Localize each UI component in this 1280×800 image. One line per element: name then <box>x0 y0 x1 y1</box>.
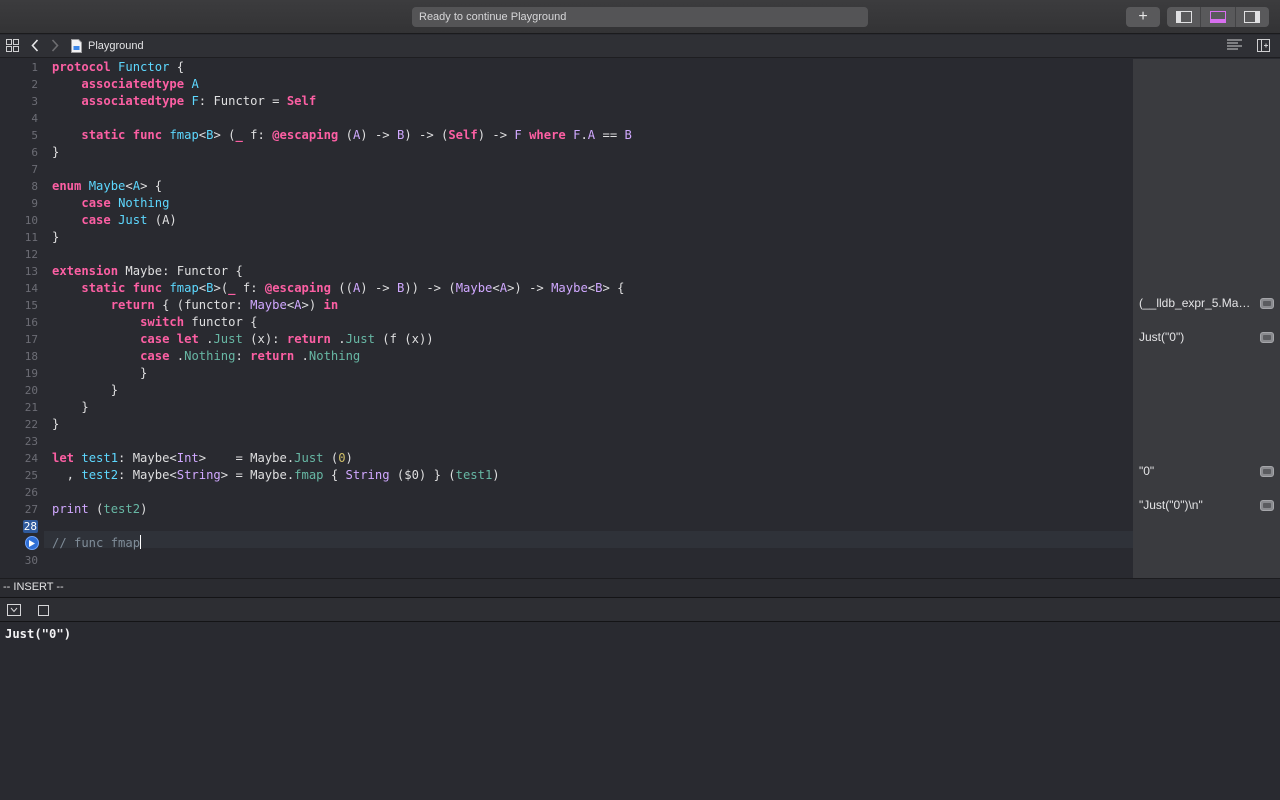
line-number[interactable]: 3 <box>4 93 38 110</box>
view-toggle-group <box>1167 7 1269 27</box>
line-number[interactable]: 27 <box>4 501 38 518</box>
code-line: return { (functor: Maybe<A>) in <box>110 298 339 312</box>
current-line-highlight <box>44 531 1133 548</box>
toggle-inspector-button[interactable] <box>1236 7 1269 27</box>
bottom-panel-icon <box>1209 11 1226 23</box>
window-toolbar: Ready to continue Playground + <box>0 0 1280 34</box>
code-line: } <box>52 400 89 414</box>
result-line-27[interactable]: "Just("0")\n" <box>1139 497 1274 514</box>
code-line: extension Maybe: Functor { <box>52 264 243 278</box>
chevron-right-icon <box>51 39 59 52</box>
line-number[interactable]: 25 <box>4 467 38 484</box>
editor-options-button[interactable] <box>1227 39 1242 51</box>
line-number[interactable]: 19 <box>4 365 38 382</box>
code-line: static func fmap<B> (_ f: @escaping (A) … <box>81 128 632 142</box>
toggle-debug-area-button[interactable] <box>1201 7 1236 27</box>
code-line: switch functor { <box>140 315 258 329</box>
line-number[interactable]: 1 <box>4 59 38 76</box>
code-line: } <box>52 145 60 159</box>
result-line-25[interactable]: "0" <box>1139 463 1274 480</box>
code-line: associatedtype A <box>81 77 199 91</box>
line-number[interactable]: 23 <box>4 433 38 450</box>
forward-button[interactable] <box>51 39 59 52</box>
line-number[interactable]: 2 <box>4 76 38 93</box>
code-line: protocol Functor { <box>52 60 185 74</box>
code-line: enum Maybe<A> { <box>52 179 163 193</box>
toggle-navigator-button[interactable] <box>1167 7 1202 27</box>
code-line: static func fmap<B>(_ f: @escaping ((A) … <box>81 281 625 295</box>
code-line: case Nothing <box>81 196 170 210</box>
line-number[interactable]: 14 <box>4 280 38 297</box>
line-number[interactable]: 8 <box>4 178 38 195</box>
line-number[interactable]: 26 <box>4 484 38 501</box>
code-line: // func fmap <box>52 535 142 550</box>
chevron-left-icon <box>31 39 39 52</box>
line-number[interactable]: 13 <box>4 263 38 280</box>
code-line: let test1: Maybe<Int> = Maybe.Just (0) <box>52 451 353 465</box>
code-line: print (test2) <box>52 502 148 516</box>
code-line: case Just (A) <box>81 213 177 227</box>
line-number[interactable]: 12 <box>4 246 38 263</box>
line-number[interactable]: 11 <box>4 229 38 246</box>
line-number[interactable]: 28 <box>4 518 38 535</box>
split-editor-icon <box>1257 39 1270 52</box>
add-editor-button[interactable] <box>1257 39 1270 52</box>
vim-mode-indicator: -- INSERT -- <box>0 578 1280 596</box>
collapse-panel-icon <box>7 604 21 616</box>
plus-icon: + <box>1138 8 1148 25</box>
code-line: } <box>52 230 60 244</box>
code-line: case .Nothing: return .Nothing <box>140 349 361 363</box>
line-number[interactable]: 9 <box>4 195 38 212</box>
results-sidebar: (__lldb_expr_5.May... Just("0") "0" "Jus… <box>1133 59 1280 578</box>
result-line-17[interactable]: Just("0") <box>1139 329 1274 346</box>
back-button[interactable] <box>31 39 39 52</box>
line-number[interactable]: 22 <box>4 416 38 433</box>
debug-bar <box>0 597 1280 622</box>
related-items-button[interactable] <box>6 39 19 52</box>
jump-bar-file-name[interactable]: Playground <box>88 40 144 52</box>
code-line: } <box>52 417 60 431</box>
line-number-gutter: 1 2 3 4 5 6 7 8 9 10 11 12 13 14 15 16 17 18 19 20 21 22 23 24 2… <box>0 59 44 578</box>
line-number[interactable]: 10 <box>4 212 38 229</box>
line-number[interactable]: 20 <box>4 382 38 399</box>
add-library-button[interactable]: + <box>1126 7 1160 27</box>
code-line: } <box>52 383 119 397</box>
play-icon <box>29 539 35 547</box>
quick-look-icon[interactable] <box>1260 332 1274 343</box>
code-line: case let .Just (x): return .Just (f (x)) <box>140 332 434 346</box>
code-line: , test2: Maybe<String> = Maybe.fmap { St… <box>52 468 500 482</box>
jump-bar: Playground <box>0 35 1280 58</box>
quick-look-icon[interactable] <box>1260 500 1274 511</box>
line-number[interactable]: 15 <box>4 297 38 314</box>
line-number[interactable]: 6 <box>4 144 38 161</box>
line-number[interactable]: 21 <box>4 399 38 416</box>
left-panel-icon <box>1175 11 1192 23</box>
hide-debug-area-button[interactable] <box>7 604 21 616</box>
line-number[interactable]: 18 <box>4 348 38 365</box>
line-number[interactable]: 17 <box>4 331 38 348</box>
source-editor[interactable]: 1 2 3 4 5 6 7 8 9 10 11 12 13 14 15 16 17 18 19 20 21 22 23 24 2… <box>0 59 1133 578</box>
line-number[interactable]: 24 <box>4 450 38 467</box>
line-number[interactable]: 16 <box>4 314 38 331</box>
grid-icon <box>6 39 19 52</box>
playground-file-icon <box>71 39 82 53</box>
run-line-button[interactable] <box>25 536 39 550</box>
line-number[interactable]: 30 <box>4 552 38 569</box>
line-number[interactable]: 5 <box>4 127 38 144</box>
square-icon <box>37 604 49 616</box>
quick-look-icon[interactable] <box>1260 298 1274 309</box>
line-number[interactable]: 7 <box>4 161 38 178</box>
console-output: Just("0") <box>5 627 72 641</box>
right-panel-icon <box>1244 11 1261 23</box>
stop-button[interactable] <box>36 604 50 616</box>
line-number[interactable]: 4 <box>4 110 38 127</box>
code-line: associatedtype F: Functor = Self <box>81 94 317 108</box>
text-cursor <box>140 535 142 549</box>
quick-look-icon[interactable] <box>1260 466 1274 477</box>
console-area[interactable]: Just("0") <box>0 623 1280 800</box>
result-line-15[interactable]: (__lldb_expr_5.May... <box>1139 295 1274 312</box>
activity-status: Ready to continue Playground <box>412 7 868 27</box>
code-line: } <box>52 366 148 380</box>
lines-icon <box>1227 39 1242 50</box>
